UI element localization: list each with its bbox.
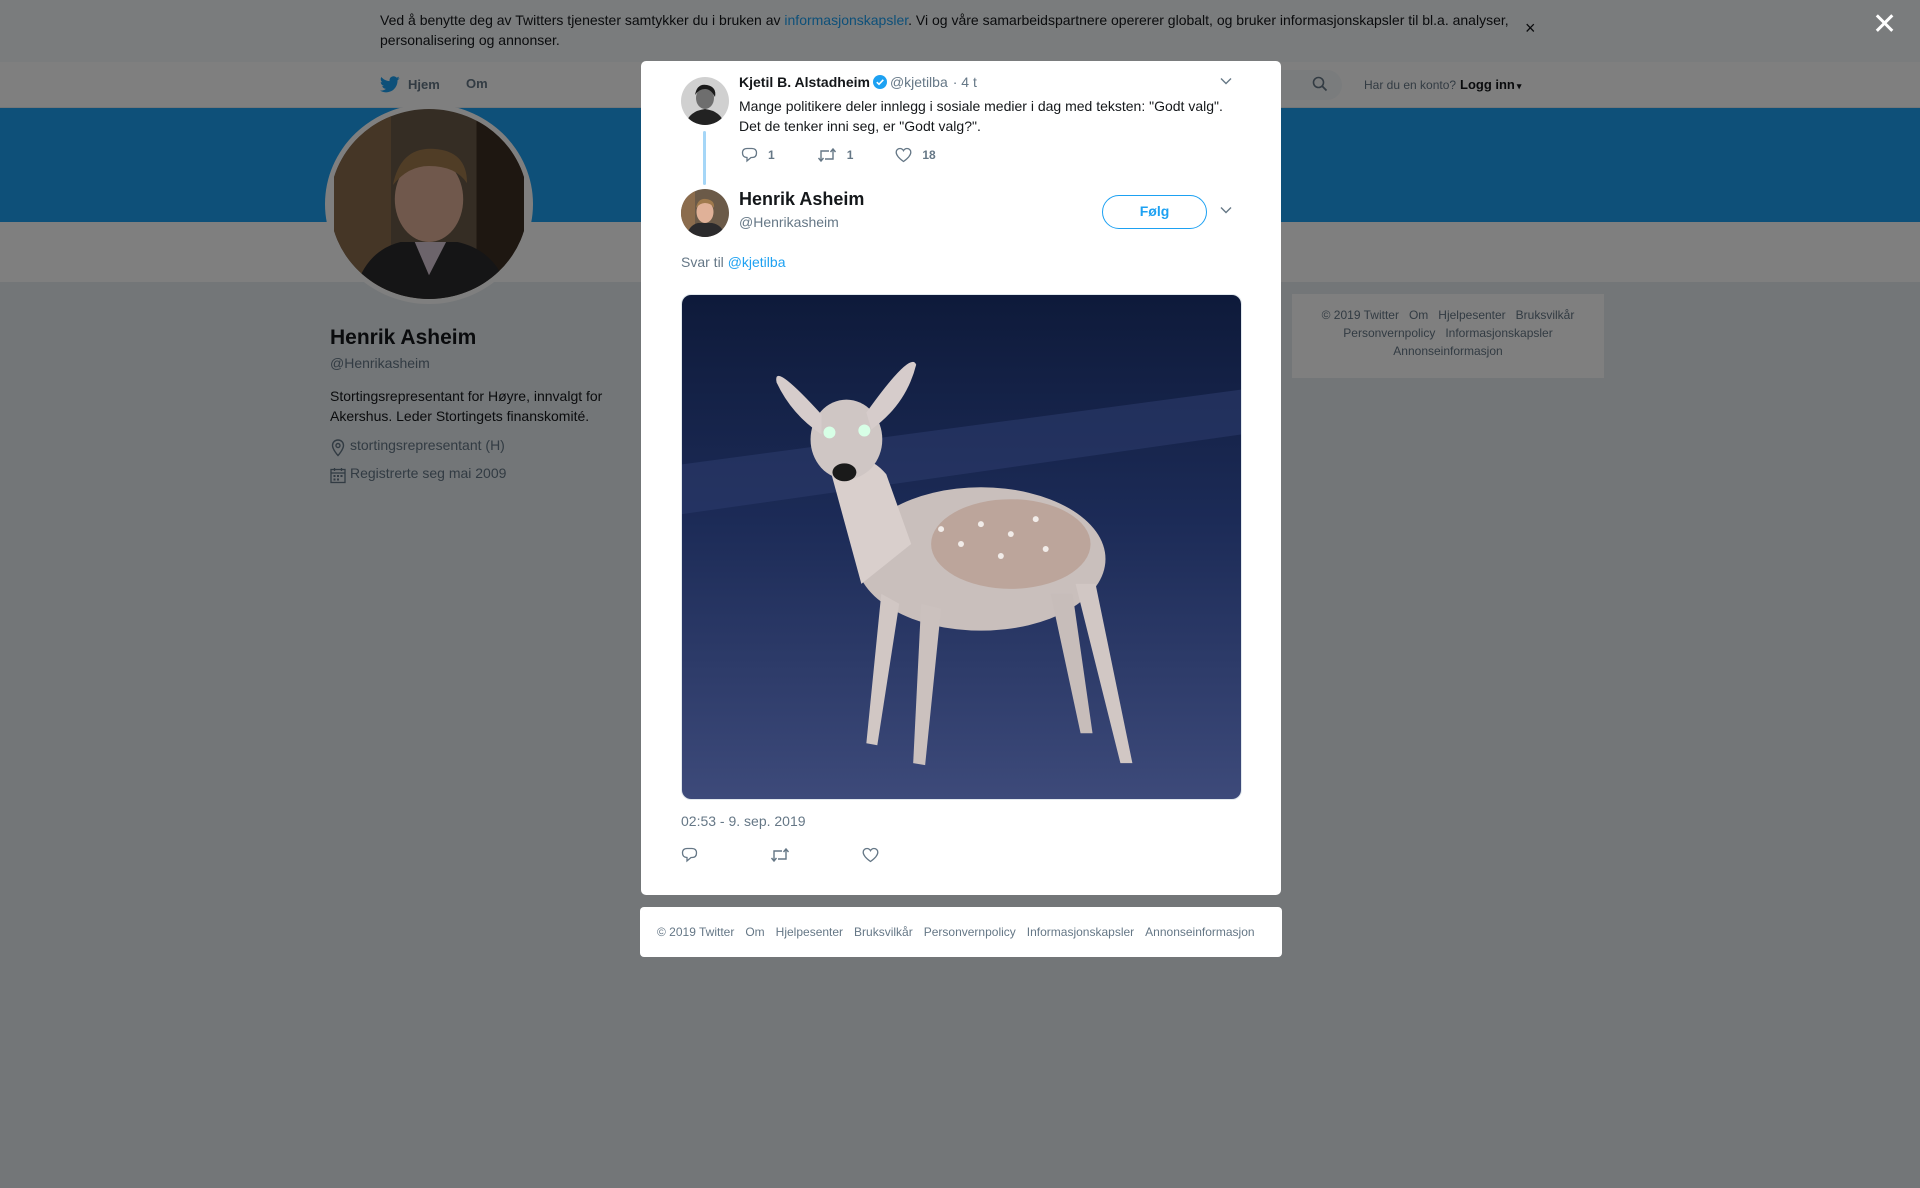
- footer-link-about[interactable]: Om: [745, 925, 764, 939]
- tweet2-actions: [681, 847, 951, 863]
- tweet1-timestamp[interactable]: · 4 t: [953, 74, 977, 90]
- tweet1-author-handle[interactable]: @kjetilba: [890, 74, 948, 90]
- avatar[interactable]: [681, 77, 729, 125]
- thread-connector-line: [703, 131, 706, 185]
- chevron-down-icon[interactable]: [1219, 74, 1233, 88]
- tweet1-header: Kjetil B. Alstadheim @kjetilba · 4 t: [739, 74, 977, 90]
- reply-icon: [681, 847, 698, 863]
- close-icon[interactable]: ✕: [1872, 10, 1897, 40]
- reply-button[interactable]: 1: [741, 147, 775, 163]
- fawn-photo: [682, 295, 1241, 799]
- footer-link-terms[interactable]: Bruksvilkår: [854, 925, 913, 939]
- retweet-icon: [770, 847, 790, 863]
- henrik-avatar-photo: [681, 189, 729, 237]
- reply-count: 1: [768, 148, 775, 162]
- tweet-permalink-modal: Kjetil B. Alstadheim @kjetilba · 4 t Man…: [641, 61, 1281, 895]
- chevron-down-icon[interactable]: [1219, 203, 1233, 217]
- reply-mention-link[interactable]: @kjetilba: [728, 254, 786, 270]
- tweet-media-image[interactable]: [681, 294, 1242, 800]
- tweet2-timestamp: 02:53 - 9. sep. 2019: [681, 813, 806, 829]
- retweet-count: 1: [846, 148, 854, 162]
- avatar[interactable]: [681, 189, 729, 237]
- reply-to-prefix: Svar til: [681, 254, 728, 270]
- tweet1-actions: 1 1 18: [741, 147, 978, 163]
- footer-copyright: © 2019 Twitter: [657, 925, 735, 939]
- retweet-button[interactable]: [770, 847, 800, 863]
- tweet1-text: Mange politikere deler innlegg i sosiale…: [739, 98, 1223, 134]
- footer-link-privacy[interactable]: Personvernpolicy: [924, 925, 1016, 939]
- tweet2-author-name[interactable]: Henrik Asheim: [739, 189, 864, 210]
- kjetil-avatar-photo: [681, 77, 729, 125]
- reply-button[interactable]: [681, 847, 708, 863]
- like-count: 18: [922, 148, 936, 162]
- heart-icon: [895, 147, 912, 163]
- retweet-icon: [817, 147, 836, 163]
- verified-badge-icon: [872, 75, 887, 89]
- footer-link-help[interactable]: Hjelpesenter: [776, 925, 843, 939]
- reply-icon: [741, 147, 758, 163]
- follow-button[interactable]: Følg: [1102, 195, 1207, 229]
- like-button[interactable]: [862, 847, 889, 863]
- tweet1-author-name[interactable]: Kjetil B. Alstadheim: [739, 74, 870, 90]
- retweet-button[interactable]: 1: [817, 147, 854, 163]
- heart-icon: [862, 847, 879, 863]
- footer-link-ads-info[interactable]: Annonseinformasjon: [1145, 925, 1254, 939]
- tweet2-author-handle[interactable]: @Henrikasheim: [739, 214, 839, 230]
- like-button[interactable]: 18: [895, 147, 936, 163]
- modal-footer: © 2019 Twitter Om Hjelpesenter Bruksvilk…: [640, 907, 1282, 957]
- reply-context: Svar til @kjetilba: [681, 254, 785, 270]
- footer-link-cookies[interactable]: Informasjonskapsler: [1027, 925, 1134, 939]
